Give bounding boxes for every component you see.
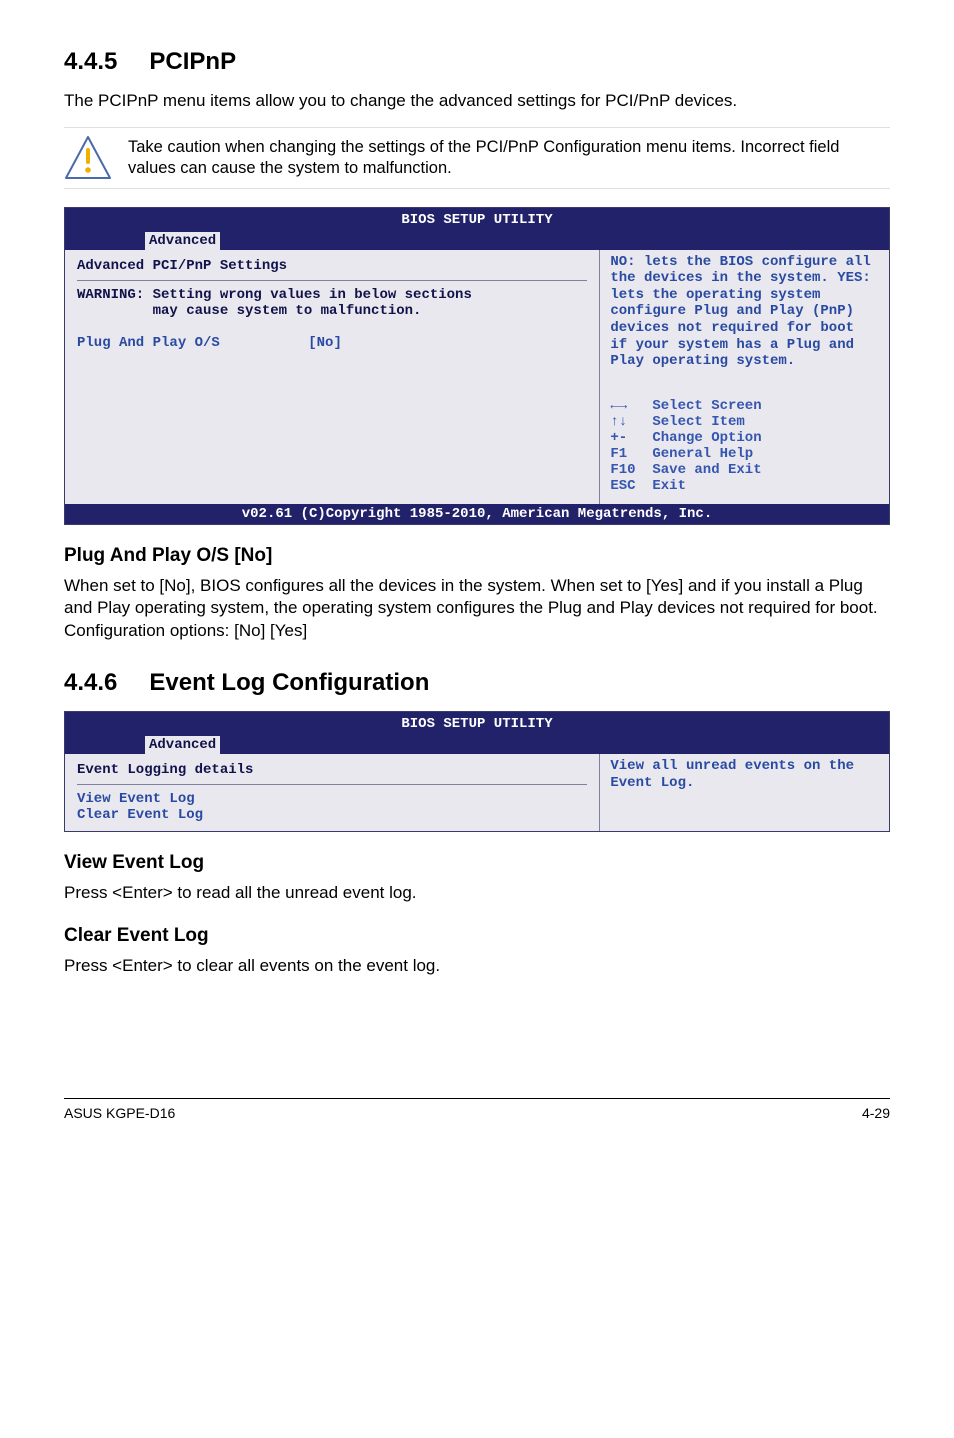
hotkey-exit: ESC Exit — [610, 478, 879, 494]
bios-left-pane: Advanced PCI/PnP Settings WARNING: Setti… — [65, 250, 599, 504]
plug-and-play-paragraph: When set to [No], BIOS configures all th… — [64, 575, 890, 621]
bios-warning-line1: WARNING: Setting wrong values in below s… — [77, 287, 587, 303]
intro-paragraph: The PCIPnP menu items allow you to chang… — [64, 90, 890, 113]
section-number-2: 4.4.6 — [64, 669, 117, 697]
bios-footer: v02.61 (C)Copyright 1985-2010, American … — [65, 504, 889, 524]
section-title-2: Event Log Configuration — [149, 669, 429, 697]
subheading-clear-event-log: Clear Event Log — [64, 925, 890, 947]
bios-left-pane-2: Event Logging details View Event Log Cle… — [65, 754, 599, 831]
subheading-plug-and-play: Plug And Play O/S [No] — [64, 545, 890, 567]
subheading-view-event-log: View Event Log — [64, 852, 890, 874]
caution-box: Take caution when changing the settings … — [64, 127, 890, 189]
section-heading-pcipnp: 4.4.5 PCIPnP — [64, 48, 890, 76]
bios-link-clear-event-log[interactable]: Clear Event Log — [77, 807, 587, 823]
caution-text: Take caution when changing the settings … — [128, 137, 890, 180]
bios-field-value: [No] — [308, 335, 342, 351]
section-title: PCIPnP — [149, 48, 236, 76]
bios-divider — [77, 280, 587, 281]
bios-tab-bar-2: Advanced — [65, 736, 889, 754]
footer-product: ASUS KGPE-D16 — [64, 1105, 175, 1121]
bios-screen-pcipnp: BIOS SETUP UTILITY Advanced Advanced PCI… — [64, 207, 890, 525]
tab-advanced-2[interactable]: Advanced — [145, 736, 220, 754]
page-footer: ASUS KGPE-D16 4-29 — [64, 1098, 890, 1121]
bios-left-heading-2: Event Logging details — [77, 762, 587, 778]
section-heading-eventlog: 4.4.6 Event Log Configuration — [64, 669, 890, 697]
bios-title: BIOS SETUP UTILITY — [65, 208, 889, 232]
bios-divider-2 — [77, 784, 587, 785]
bios-link-view-event-log[interactable]: View Event Log — [77, 791, 587, 807]
bios-warning-line2: may cause system to malfunction. — [77, 303, 587, 319]
bios-tab-bar: Advanced — [65, 232, 889, 250]
hotkey-save-exit: F10 Save and Exit — [610, 462, 879, 478]
clear-event-log-paragraph: Press <Enter> to clear all events on the… — [64, 955, 890, 978]
bios-left-heading: Advanced PCI/PnP Settings — [77, 258, 587, 274]
bios-right-pane: NO: lets the BIOS configure all the devi… — [599, 250, 889, 504]
hotkey-change-option: +- Change Option — [610, 430, 879, 446]
caution-icon — [64, 134, 112, 182]
bios-help-text-2: View all unread events on the Event Log. — [610, 758, 879, 791]
footer-page-number: 4-29 — [862, 1105, 890, 1121]
section-number: 4.4.5 — [64, 48, 117, 76]
hotkey-general-help: F1 General Help — [610, 446, 879, 462]
hotkey-select-item: ↑↓ Select Item — [610, 414, 879, 430]
bios-field-label: Plug And Play O/S — [77, 335, 220, 351]
bios-hotkeys: ←→ Select Screen ↑↓ Select Item +- Chang… — [610, 398, 879, 494]
bios-help-text: NO: lets the BIOS configure all the devi… — [610, 254, 879, 370]
tab-advanced[interactable]: Advanced — [145, 232, 220, 250]
bios-field-plug-and-play[interactable]: Plug And Play O/S [No] — [77, 335, 587, 351]
bios-right-pane-2: View all unread events on the Event Log. — [599, 754, 889, 831]
view-event-log-paragraph: Press <Enter> to read all the unread eve… — [64, 882, 890, 905]
plug-and-play-options: Configuration options: [No] [Yes] — [64, 620, 890, 643]
bios-title-2: BIOS SETUP UTILITY — [65, 712, 889, 736]
hotkey-select-screen: ←→ Select Screen — [610, 398, 879, 414]
bios-screen-eventlog: BIOS SETUP UTILITY Advanced Event Loggin… — [64, 711, 890, 832]
